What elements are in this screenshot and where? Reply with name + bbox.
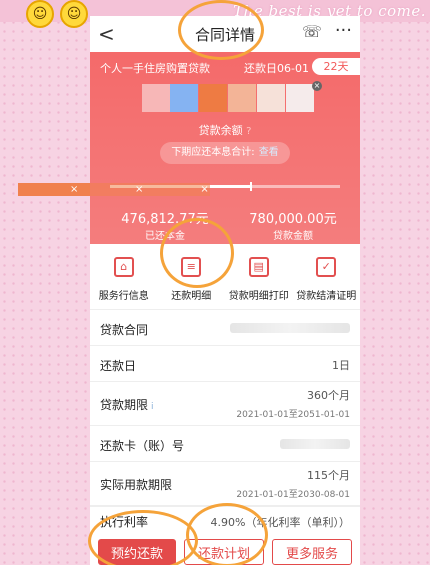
quick-action-branch-info[interactable]: ⌂ 服务行信息 (90, 248, 158, 309)
nav-header: < 合同详情 ☏ ··· (90, 16, 360, 52)
next-payment-pill[interactable]: 下期应还本息合计: 查看 (160, 142, 290, 164)
back-arrow-icon[interactable]: < (98, 22, 115, 46)
repayment-plan-button[interactable]: 还款计划 (184, 539, 264, 565)
swatch-close-icon[interactable]: × (312, 81, 322, 91)
smiley-sticker-icon: ☺ (60, 0, 88, 28)
loan-amount: 780,000.00元 (249, 212, 337, 227)
quick-action-settlement-proof[interactable]: ✓ 贷款结清证明 (293, 248, 361, 309)
info-icon: i (151, 402, 154, 412)
quick-action-print-details[interactable]: ▤ 贷款明细打印 (225, 248, 293, 309)
color-swatch (199, 84, 227, 112)
quick-actions: ⌂ 服务行信息 ≡ 还款明细 ▤ 贷款明细打印 ✓ 贷款结清证明 (90, 248, 360, 310)
repaid-label: 已还本金 (145, 231, 185, 242)
loan-amount-label: 贷款金额 (273, 231, 313, 242)
repaid-amount: 476,812.77元 (121, 212, 209, 227)
smiley-sticker-icon: ☺ (26, 0, 54, 28)
page-title: 合同详情 (194, 25, 255, 44)
info-icon[interactable]: ? (246, 126, 251, 137)
color-swatch (142, 84, 170, 112)
close-icon[interactable]: × (70, 184, 78, 195)
row-repayment-card[interactable]: 还款卡（账）号 (90, 426, 360, 462)
view-link: 查看 (258, 147, 279, 158)
row-contract[interactable]: 贷款合同 (90, 310, 360, 346)
more-icon[interactable]: ··· (335, 20, 352, 41)
redacted-value (280, 439, 350, 449)
orange-sticker: × × (90, 183, 210, 196)
certificate-icon: ✓ (316, 257, 337, 277)
quick-action-repayment-details[interactable]: ≡ 还款明细 (158, 248, 226, 309)
redacted-value (230, 323, 350, 333)
phone-screen: < 合同详情 ☏ ··· 个人一手住房购置贷款 还款日06-01 22天 × 贷… (90, 16, 360, 565)
loan-product-name: 个人一手住房购置贷款 (100, 62, 210, 75)
contract-details: 贷款合同 还款日 1日 贷款期限 i 360个月 2021-01-01至2051-… (90, 310, 360, 506)
color-swatch (170, 84, 198, 112)
progress-knob (250, 182, 253, 191)
due-date: 还款日06-01 (244, 62, 309, 75)
color-swatch (257, 84, 285, 112)
row-interest-rate: 执行利率 4.90%（年化利率（单利）） (90, 506, 360, 534)
more-services-button[interactable]: 更多服务 (272, 539, 352, 565)
bank-icon: ⌂ (113, 257, 134, 277)
close-icon[interactable]: × (135, 184, 143, 195)
book-repayment-button[interactable]: 预约还款 (98, 539, 176, 565)
printer-icon: ▤ (248, 257, 269, 277)
headset-icon[interactable]: ☏ (302, 22, 322, 41)
color-swatch (228, 84, 256, 112)
color-swatch (286, 84, 314, 112)
close-icon[interactable]: × (200, 184, 208, 195)
row-loan-term: 贷款期限 i 360个月 2021-01-01至2051-01-01 (90, 382, 360, 426)
statement-icon: ≡ (181, 257, 202, 277)
row-actual-term: 实际用款期限 115个月 2021-01-01至2030-08-01 (90, 462, 360, 506)
balance-label: 贷款余额 ? (198, 124, 252, 137)
orange-sticker: × (18, 183, 90, 196)
bottom-action-bar: 预约还款 还款计划 更多服务 (90, 539, 360, 565)
loan-summary-card: 个人一手住房购置贷款 还款日06-01 22天 × 贷款余额 ? 下期应还本息合… (90, 52, 360, 244)
row-repay-day: 还款日 1日 (90, 346, 360, 382)
days-remaining-badge: 22天 (312, 58, 360, 75)
